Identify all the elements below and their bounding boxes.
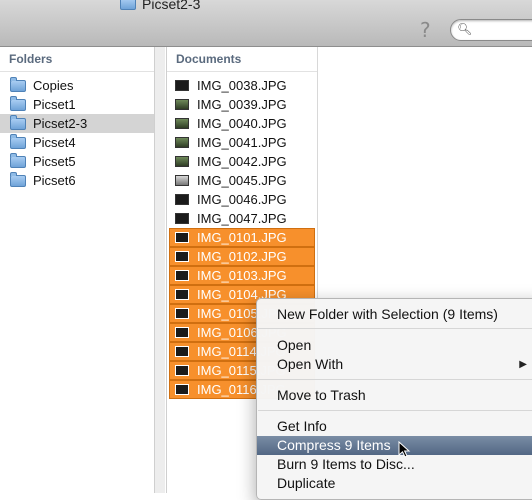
menu-item-get-info[interactable]: Get Info — [257, 417, 532, 436]
image-file-icon — [175, 175, 189, 186]
document-label: IMG_0039.JPG — [197, 97, 287, 112]
document-row[interactable]: IMG_0041.JPG — [167, 133, 317, 152]
folder-icon — [10, 152, 26, 168]
document-label: IMG_0042.JPG — [197, 154, 287, 169]
folder-item-copies[interactable]: Copies — [0, 76, 154, 95]
help-icon[interactable]: ? — [420, 18, 431, 42]
document-label: IMG_0101.JPG — [197, 230, 287, 245]
image-file-icon — [175, 194, 189, 205]
document-row[interactable]: IMG_0038.JPG — [167, 76, 317, 95]
document-row-selected[interactable]: IMG_0102.JPG — [169, 247, 315, 266]
menu-separator — [258, 379, 532, 380]
folder-icon — [10, 171, 26, 187]
document-row[interactable]: IMG_0042.JPG — [167, 152, 317, 171]
folder-item-picset2-3[interactable]: Picset2-3 — [0, 114, 154, 133]
menu-item-compress[interactable]: Compress 9 Items — [257, 436, 532, 455]
document-row[interactable]: IMG_0039.JPG — [167, 95, 317, 114]
image-file-icon — [175, 251, 189, 262]
document-row[interactable]: IMG_0046.JPG — [167, 190, 317, 209]
image-file-icon — [175, 308, 189, 319]
document-row-selected[interactable]: IMG_0103.JPG — [169, 266, 315, 285]
image-file-icon — [175, 327, 189, 338]
document-row[interactable]: IMG_0040.JPG — [167, 114, 317, 133]
window-title-text: Picset2-3 — [142, 0, 201, 12]
document-label: IMG_0045.JPG — [197, 173, 287, 188]
image-file-icon — [175, 346, 189, 357]
image-file-icon — [175, 289, 189, 300]
folders-header: Folders — [0, 47, 154, 72]
folder-item-label: Picset5 — [33, 154, 76, 169]
image-file-icon — [175, 384, 189, 395]
context-menu: New Folder with Selection (9 Items) Open… — [256, 298, 532, 500]
document-label: IMG_0102.JPG — [197, 249, 287, 264]
folder-item-label: Picset2-3 — [33, 116, 88, 131]
window-toolbar: Picset2-3 ? 🔍︎ — [0, 0, 532, 47]
column-divider[interactable] — [155, 47, 165, 493]
image-file-icon — [175, 156, 189, 167]
document-row[interactable]: IMG_0047.JPG — [167, 209, 317, 228]
folder-item-picset4[interactable]: Picset4 — [0, 133, 154, 152]
menu-item-duplicate[interactable]: Duplicate — [257, 474, 532, 493]
menu-item-label: Open With — [277, 356, 344, 372]
document-label: IMG_0040.JPG — [197, 116, 287, 131]
document-row-selected[interactable]: IMG_0101.JPG — [169, 228, 315, 247]
document-row[interactable]: IMG_0045.JPG — [167, 171, 317, 190]
document-label: IMG_0103.JPG — [197, 268, 287, 283]
folder-icon — [10, 95, 26, 111]
image-file-icon — [175, 137, 189, 148]
folder-item-picset1[interactable]: Picset1 — [0, 95, 154, 114]
document-label: IMG_0047.JPG — [197, 211, 287, 226]
menu-item-open-with[interactable]: Open With ▶ — [257, 355, 532, 374]
menu-item-move-to-trash[interactable]: Move to Trash — [257, 386, 532, 405]
image-file-icon — [175, 270, 189, 281]
folder-item-label: Picset1 — [33, 97, 76, 112]
image-file-icon — [175, 213, 189, 224]
image-file-icon — [175, 118, 189, 129]
chevron-right-icon: ▶ — [519, 359, 527, 370]
menu-separator — [258, 410, 532, 411]
search-icon: 🔍︎ — [457, 22, 473, 36]
folder-icon — [120, 0, 136, 10]
folder-item-label: Copies — [33, 78, 74, 93]
pointer-cursor-icon — [398, 441, 411, 458]
image-file-icon — [175, 99, 189, 110]
folders-column: Folders Copies Picset1 Picset2-3 Picset4… — [0, 47, 155, 493]
document-label: IMG_0041.JPG — [197, 135, 287, 150]
folder-item-label: Picset4 — [33, 135, 76, 150]
folder-item-picset5[interactable]: Picset5 — [0, 152, 154, 171]
folder-item-picset6[interactable]: Picset6 — [0, 171, 154, 190]
folder-item-label: Picset6 — [33, 173, 76, 188]
window-title: Picset2-3 — [120, 0, 200, 14]
menu-separator — [258, 328, 532, 329]
menu-item-new-folder-with-selection[interactable]: New Folder with Selection (9 Items) — [257, 305, 532, 324]
menu-item-burn-to-disc[interactable]: Burn 9 Items to Disc... — [257, 455, 532, 474]
menu-item-open[interactable]: Open — [257, 336, 532, 355]
folder-icon — [10, 133, 26, 149]
folder-icon — [10, 114, 26, 130]
image-file-icon — [175, 365, 189, 376]
document-label: IMG_0046.JPG — [197, 192, 287, 207]
document-label: IMG_0038.JPG — [197, 78, 287, 93]
image-file-icon — [175, 80, 189, 91]
folder-icon — [10, 76, 26, 92]
image-file-icon — [175, 232, 189, 243]
documents-header: Documents — [167, 47, 317, 72]
